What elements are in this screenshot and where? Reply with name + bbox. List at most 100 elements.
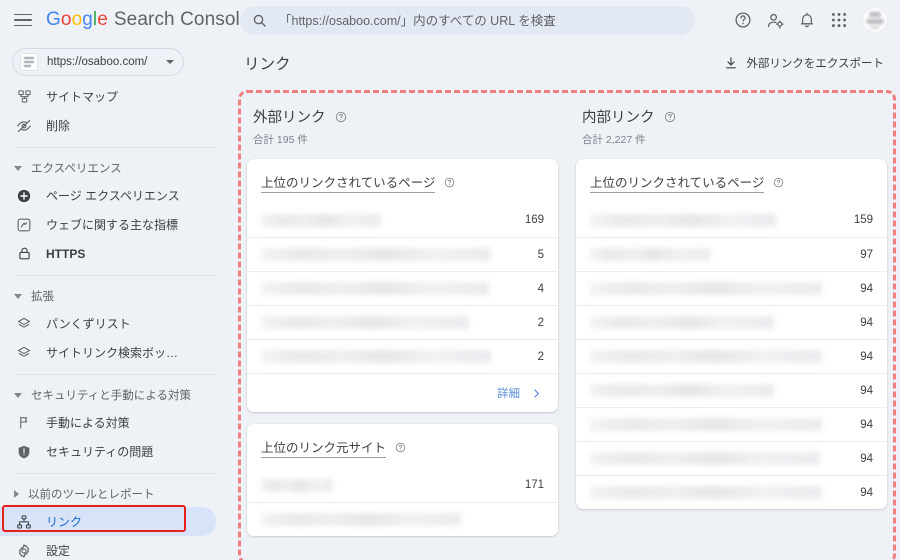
table-row[interactable]: 94	[576, 339, 887, 373]
sidebar-group-enhancements[interactable]: 拡張	[0, 283, 230, 309]
notifications-bell-icon[interactable]	[792, 5, 822, 35]
row-list: 159 97 94 94 94 94 94 94 94	[576, 203, 887, 509]
table-row[interactable]	[247, 502, 558, 536]
row-value: 159	[853, 214, 873, 226]
sidebar-group-label: エクスペリエンス	[31, 163, 122, 175]
redacted-page-url	[261, 213, 381, 227]
page-title: リンク	[244, 56, 291, 73]
breadcrumbs-icon	[15, 315, 33, 333]
sidebar-group-label: 以前のツールとレポート	[28, 489, 155, 501]
table-row[interactable]: 4	[247, 271, 558, 305]
card-title[interactable]: 上位のリンクされているページ	[590, 172, 765, 193]
internal-links-heading: 内部リンク	[582, 106, 887, 127]
sidebar-divider	[15, 473, 216, 474]
sidebar-item-label: 手動による対策	[46, 416, 130, 430]
sidebar-item-breadcrumbs[interactable]: パンくずリスト	[0, 309, 216, 338]
sidebar-item-core-web-vitals[interactable]: ウェブに関する主な指標	[0, 210, 216, 239]
removals-eye-off-icon	[15, 117, 33, 135]
user-avatar[interactable]	[862, 7, 888, 33]
redacted-page-url	[590, 213, 776, 227]
site-thumbnail-icon	[20, 53, 38, 71]
sidebar-item-sitemap[interactable]: サイトマップ	[0, 82, 216, 111]
row-value: 94	[860, 350, 873, 363]
external-links-total: 合計 195 件	[253, 134, 308, 146]
table-row[interactable]: 94	[576, 441, 887, 475]
row-value: 4	[537, 282, 544, 295]
row-value: 94	[860, 282, 873, 295]
sidebar-item-security-issues[interactable]: セキュリティの問題	[0, 437, 216, 466]
redacted-page-url	[590, 282, 822, 295]
property-selector[interactable]: https://osaboo.com/	[12, 48, 184, 76]
row-list: 171	[247, 468, 558, 536]
sidebar-group-experience[interactable]: エクスペリエンス	[0, 155, 230, 181]
sidebar-item-settings[interactable]: 設定	[0, 536, 216, 560]
details-link[interactable]: 詳細	[247, 373, 558, 412]
table-row[interactable]: 5	[247, 237, 558, 271]
table-row[interactable]: 94	[576, 373, 887, 407]
sidebar-group-label: 拡張	[31, 291, 54, 303]
card-title[interactable]: 上位のリンクされているページ	[261, 172, 436, 193]
redacted-page-url	[590, 452, 820, 465]
url-inspection-search-bar[interactable]	[240, 6, 695, 35]
search-input[interactable]	[279, 13, 683, 28]
sidebar-divider	[15, 374, 216, 375]
redacted-page-url	[590, 316, 774, 329]
table-row[interactable]: 2	[247, 305, 558, 339]
card-header: 上位のリンク元サイト	[247, 424, 558, 468]
flag-icon	[15, 414, 33, 432]
sidebar-group-security[interactable]: セキュリティと手動による対策	[0, 382, 230, 408]
table-row[interactable]: 159	[576, 203, 887, 237]
apps-grid-icon[interactable]	[824, 5, 854, 35]
sidebar-item-https[interactable]: HTTPS	[0, 239, 216, 268]
help-circle-icon[interactable]	[444, 177, 455, 188]
top-linking-sites-card: 上位のリンク元サイト 171	[247, 424, 558, 536]
help-circle-icon[interactable]	[395, 442, 406, 453]
links-columns: 外部リンク 合計 195 件 上位のリンクされているページ 169 5 4 2 …	[238, 90, 896, 560]
row-value: 97	[860, 248, 873, 261]
brand-logo: Google Search Console	[46, 9, 251, 31]
table-row[interactable]: 171	[247, 468, 558, 502]
caret-down-icon	[14, 293, 22, 299]
table-row[interactable]: 94	[576, 475, 887, 509]
sidebar-item-label: ページ エクスペリエンス	[46, 189, 180, 203]
table-row[interactable]: 97	[576, 237, 887, 271]
sidebar-divider	[15, 275, 216, 276]
sidebar-item-page-experience[interactable]: ページ エクスペリエンス	[0, 181, 216, 210]
sidebar-group-legacy-tools[interactable]: 以前のツールとレポート	[0, 481, 230, 507]
table-row[interactable]: 94	[576, 271, 887, 305]
chevron-right-icon	[531, 388, 542, 399]
redacted-page-url	[590, 418, 822, 431]
table-row[interactable]: 94	[576, 407, 887, 441]
card-header: 上位のリンクされているページ	[247, 159, 558, 203]
google-wordmark: Google	[46, 9, 108, 31]
redacted-page-url	[590, 350, 822, 363]
sidebar-item-removals[interactable]: 削除	[0, 111, 216, 140]
table-row[interactable]: 94	[576, 305, 887, 339]
redacted-page-url	[261, 350, 491, 363]
help-circle-icon[interactable]	[335, 111, 347, 123]
sitelinks-searchbox-icon	[15, 344, 33, 362]
main-content: リンク 外部リンクをエクスポート 外部リンク 合計 195 件 上位のリンクされ…	[230, 40, 900, 560]
export-external-links-button[interactable]: 外部リンクをエクスポート	[720, 51, 888, 75]
sidebar-item-sitelinks-searchbox[interactable]: サイトリンク検索ボッ…	[0, 338, 216, 367]
page-experience-icon	[15, 187, 33, 205]
top-linked-pages-internal-card: 上位のリンクされているページ 159 97 94 94 94 94 94 94 …	[576, 159, 887, 509]
export-label: 外部リンクをエクスポート	[746, 58, 884, 70]
column-title: 内部リンク	[582, 110, 655, 126]
table-row[interactable]: 2	[247, 339, 558, 373]
hamburger-menu-icon[interactable]	[14, 9, 36, 31]
help-icon[interactable]	[728, 5, 758, 35]
help-circle-icon[interactable]	[773, 177, 784, 188]
property-url: https://osaboo.com/	[47, 56, 148, 68]
redacted-site-domain	[261, 513, 461, 526]
help-circle-icon[interactable]	[664, 111, 676, 123]
sidebar-divider	[15, 147, 216, 148]
logo-letter-o1: o	[60, 9, 72, 30]
column-title: 外部リンク	[253, 110, 326, 126]
row-value: 94	[860, 452, 873, 465]
sidebar-item-links[interactable]: リンク	[0, 507, 216, 536]
table-row[interactable]: 169	[247, 203, 558, 237]
sidebar-item-manual-actions[interactable]: 手動による対策	[0, 408, 216, 437]
account-settings-icon[interactable]	[760, 5, 790, 35]
card-title[interactable]: 上位のリンク元サイト	[261, 437, 387, 458]
